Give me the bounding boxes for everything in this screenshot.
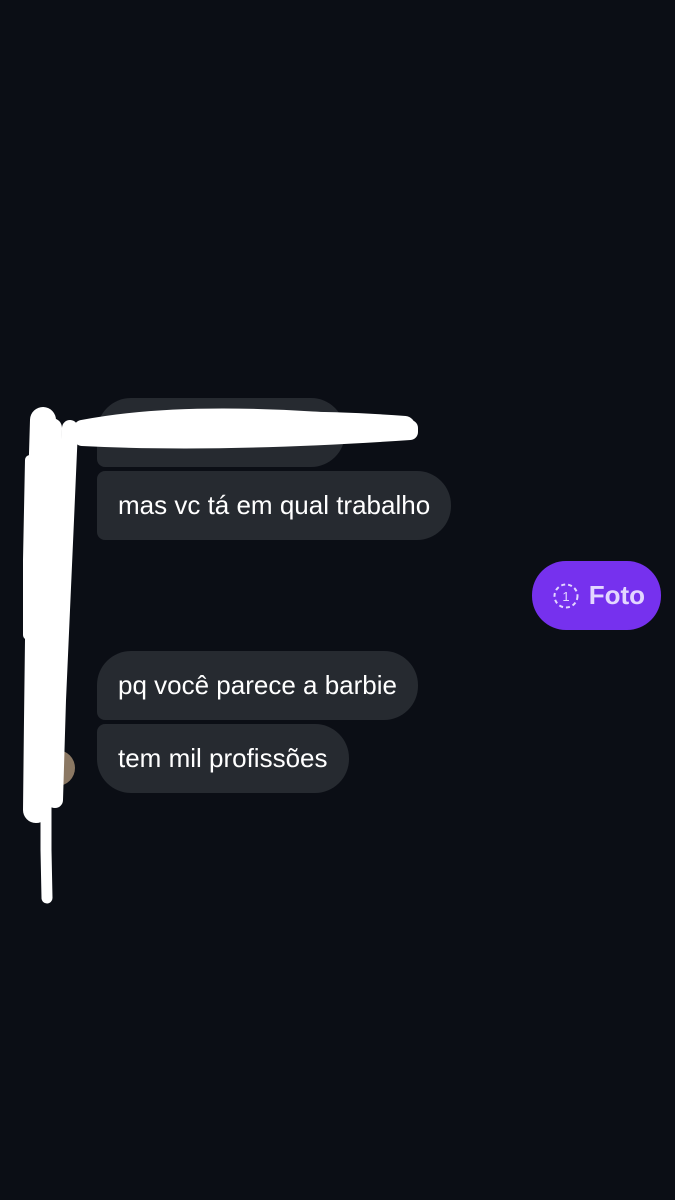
view-once-photo-message[interactable]: 1 Foto (531, 561, 661, 630)
chat-thread: mas vc tá em qual trabalho 1 Foto pq voc… (0, 0, 675, 1200)
redaction-stroke (40, 794, 53, 904)
contact-avatar[interactable] (29, 750, 75, 786)
view-once-icon: 1 (553, 583, 579, 608)
view-once-count: 1 (562, 589, 569, 604)
message-text: mas vc tá em qual trabalho (118, 490, 431, 520)
message-bubble-incoming[interactable]: pq você parece a barbie (97, 651, 418, 720)
redaction-stroke (47, 420, 78, 808)
redaction-stroke (35, 418, 62, 810)
message-bubble-incoming[interactable]: tem mil profissões (97, 724, 349, 793)
message-bubble-incoming[interactable]: mas vc tá em qual trabalho (97, 471, 452, 540)
message-bubble-incoming[interactable] (97, 398, 345, 467)
photo-label: Foto (588, 580, 645, 610)
message-text: tem mil profissões (118, 743, 328, 773)
redaction-stroke (23, 455, 35, 640)
message-text: pq você parece a barbie (118, 670, 397, 700)
